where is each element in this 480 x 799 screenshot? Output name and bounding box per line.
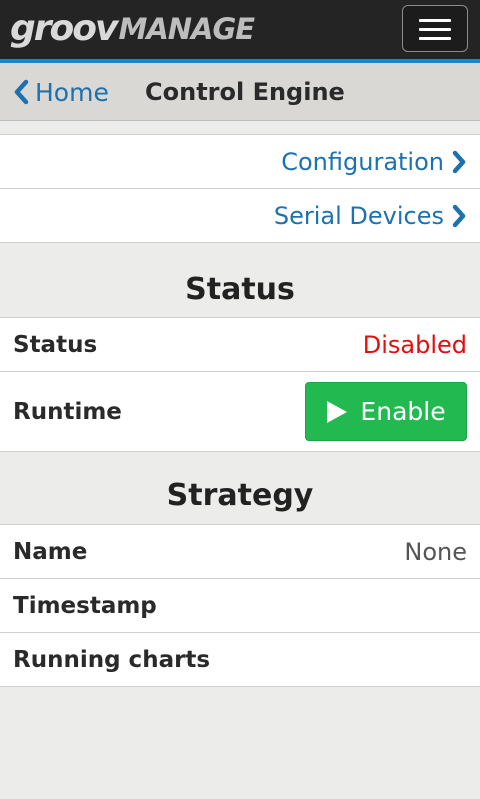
- configuration-link[interactable]: Configuration: [0, 135, 480, 189]
- status-list: Status Disabled Runtime Enable: [0, 317, 480, 452]
- chevron-left-icon: [14, 79, 29, 105]
- serial-devices-link[interactable]: Serial Devices: [0, 189, 480, 243]
- status-row-label: Status: [13, 332, 98, 358]
- runtime-row-label: Runtime: [13, 399, 122, 425]
- strategy-name-row: Name None: [0, 525, 480, 579]
- chevron-right-icon: [452, 204, 466, 227]
- strategy-section-heading: Strategy: [166, 478, 314, 513]
- chevron-right-icon: [452, 150, 466, 173]
- configuration-link-label: Configuration: [281, 147, 444, 176]
- page-navbar: Home Control Engine: [0, 63, 480, 121]
- strategy-name-label: Name: [13, 539, 88, 565]
- link-list: Configuration Serial Devices: [0, 134, 480, 243]
- status-row: Status Disabled: [0, 318, 480, 372]
- strategy-timestamp-label: Timestamp: [13, 593, 157, 619]
- strategy-running-charts-label: Running charts: [13, 647, 211, 673]
- top-app-bar: groov MANAGE: [0, 0, 480, 59]
- logo-manage-text: MANAGE: [118, 12, 255, 46]
- home-back-link[interactable]: Home: [13, 76, 109, 108]
- strategy-list: Name None Timestamp Running charts: [0, 524, 480, 687]
- serial-devices-link-label: Serial Devices: [273, 201, 444, 230]
- logo-groov-text: groov: [10, 8, 118, 49]
- runtime-row: Runtime Enable: [0, 372, 480, 452]
- strategy-name-value: None: [404, 538, 467, 566]
- groov-manage-logo: groov MANAGE: [10, 8, 255, 49]
- strategy-running-charts-row: Running charts: [0, 633, 480, 687]
- strategy-timestamp-row: Timestamp: [0, 579, 480, 633]
- status-section-heading: Status: [185, 272, 295, 307]
- page-title: Control Engine: [145, 78, 345, 106]
- play-icon: [327, 400, 348, 423]
- menu-toggle-button[interactable]: [402, 5, 468, 52]
- enable-button-label: Enable: [360, 397, 446, 426]
- status-value-badge: Disabled: [362, 331, 467, 359]
- enable-button[interactable]: Enable: [305, 382, 467, 441]
- home-back-label: Home: [35, 77, 109, 107]
